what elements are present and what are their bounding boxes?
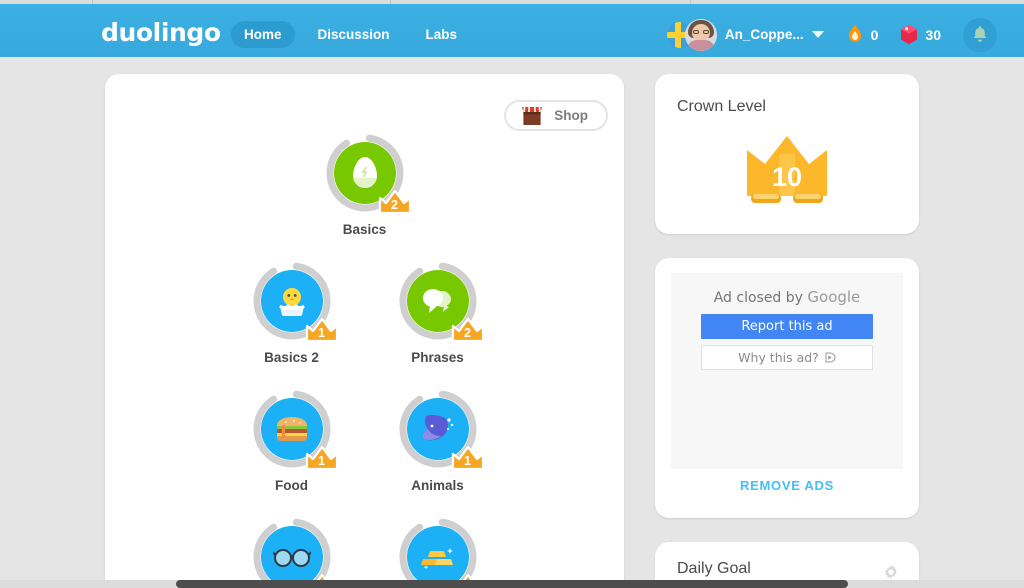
skill-tree: 2 Basics 1 Basics 2 2 Phrases 1 Food 1 A… (105, 134, 624, 588)
skill-basics-2[interactable]: 1 Basics 2 (237, 262, 347, 365)
chevron-down-icon[interactable] (811, 31, 824, 38)
skill-bubble[interactable]: 1 (253, 262, 338, 343)
crown-badge: 2 (378, 189, 412, 217)
skill-row: 1 Definites (105, 518, 624, 588)
gem-icon (900, 24, 918, 45)
crown-count: 2 (391, 198, 398, 212)
skill-tree-card: Shop 2 Basics 1 Basics 2 2 Phrases 1 Foo… (105, 74, 624, 588)
advertisement-card: Ad closed by Google Report this ad Why t… (655, 258, 919, 518)
header-right-cluster: An_Coppe... 0 30 (666, 8, 1024, 61)
ad-closed-prefix: Ad closed by (713, 290, 808, 306)
skill-bubble[interactable]: 1 (399, 390, 484, 471)
page-root: duolingo Home Discussion Labs An_Coppe..… (0, 0, 1024, 588)
crown-badge: 2 (451, 317, 485, 345)
skill-label: Phrases (411, 350, 464, 365)
why-this-ad-label: Why this ad? (738, 350, 819, 365)
skill-food[interactable]: 1 Food (237, 390, 347, 493)
nav-item-labs[interactable]: Labs (413, 21, 471, 48)
avatar (684, 18, 717, 51)
horizontal-scrollbar[interactable] (0, 580, 1024, 588)
daily-goal-title: Daily Goal (677, 560, 751, 577)
why-this-ad-button[interactable]: Why this ad? (701, 345, 873, 370)
hamburger-icon (276, 417, 307, 442)
nav-item-discussion[interactable]: Discussion (305, 21, 403, 48)
crown-level-card: Crown Level 10 (655, 74, 919, 234)
crown-count: 2 (464, 326, 471, 340)
speech-bubbles-icon (422, 289, 451, 313)
skill-bubble[interactable]: 2 (326, 134, 411, 215)
skill-basics[interactable]: 2 Basics (310, 134, 420, 237)
crown-count: 1 (318, 326, 325, 340)
site-header: duolingo Home Discussion Labs An_Coppe..… (0, 4, 1024, 57)
gear-icon[interactable] (883, 564, 899, 580)
right-sidebar: Crown Level 10 Ad closed by Google Repor… (655, 74, 919, 588)
notifications-button[interactable] (963, 17, 997, 52)
bell-icon (973, 26, 987, 42)
glasses-icon (272, 549, 311, 567)
skill-row: 1 Basics 2 2 Phrases (105, 262, 624, 365)
streak-value: 0 (870, 26, 879, 43)
crown-count: 1 (318, 454, 325, 468)
skill-definites[interactable]: 1 Definites (237, 518, 347, 588)
flame-icon (846, 24, 864, 45)
remove-ads-link[interactable]: REMOVE ADS (655, 478, 919, 493)
skill-row: 2 Basics (105, 134, 624, 237)
skill-label: Food (275, 478, 308, 493)
skill-label: Basics 2 (264, 350, 319, 365)
crown-badge: 1 (305, 445, 339, 473)
crown-count: 1 (464, 454, 471, 468)
adchoices-icon (825, 352, 836, 363)
crown-level-value: 10 (771, 162, 803, 192)
streak-counter[interactable]: 0 (846, 24, 879, 45)
crown-icon: 10 (743, 132, 831, 210)
crown-badge: 1 (305, 317, 339, 345)
crown-badge: 1 (451, 445, 485, 473)
shop-icon (522, 106, 543, 125)
egg-icon (352, 157, 377, 188)
nav-item-home[interactable]: Home (231, 21, 295, 48)
whale-icon (422, 414, 453, 441)
skill-bubble[interactable]: 2 (399, 262, 484, 343)
shop-button[interactable]: Shop (504, 100, 608, 131)
main-nav: Home Discussion Labs (231, 21, 470, 48)
skill-row: 1 Food 1 Animals (105, 390, 624, 493)
language-switcher[interactable] (666, 18, 723, 52)
page-content: Shop 2 Basics 1 Basics 2 2 Phrases 1 Foo… (0, 57, 1024, 588)
ad-slot: Ad closed by Google Report this ad Why t… (671, 273, 903, 469)
gold-bars-icon (420, 548, 453, 570)
crown-level-title: Crown Level (677, 98, 766, 115)
skill-animals[interactable]: 1 Animals (383, 390, 493, 493)
skill-plurals[interactable]: 1 Plurals (383, 518, 493, 588)
scrollbar-thumb[interactable] (176, 580, 848, 588)
shop-label: Shop (554, 108, 588, 123)
duolingo-logo[interactable]: duolingo (101, 18, 221, 47)
chick-icon (278, 288, 305, 316)
skill-label: Animals (411, 478, 464, 493)
ad-closed-text: Ad closed by Google (671, 273, 903, 306)
gem-counter[interactable]: 30 (900, 24, 941, 45)
skill-bubble[interactable]: 1 (399, 518, 484, 588)
skill-bubble[interactable]: 1 (253, 390, 338, 471)
username-label[interactable]: An_Coppe... (725, 27, 804, 42)
report-ad-button[interactable]: Report this ad (701, 314, 873, 339)
skill-phrases[interactable]: 2 Phrases (383, 262, 493, 365)
gem-value: 30 (925, 26, 941, 43)
skill-label: Basics (342, 222, 387, 237)
google-wordmark: Google (807, 288, 861, 306)
skill-bubble[interactable]: 1 (253, 518, 338, 588)
